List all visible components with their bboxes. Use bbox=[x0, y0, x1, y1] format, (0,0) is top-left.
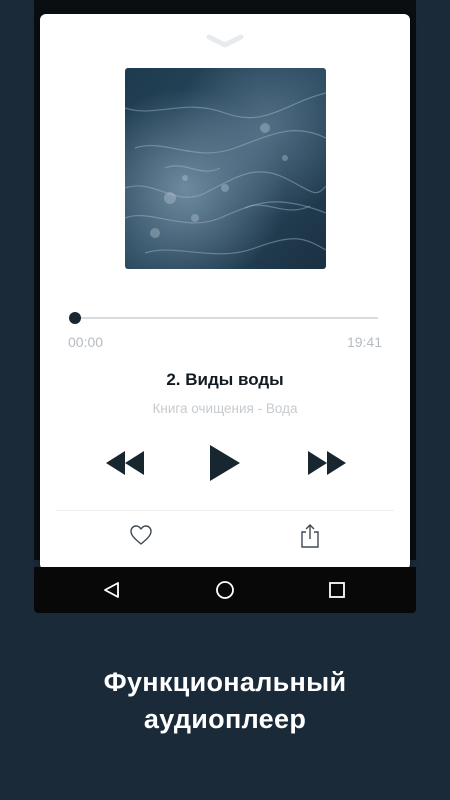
share-button[interactable] bbox=[293, 520, 327, 552]
share-icon bbox=[301, 524, 319, 548]
rewind-button[interactable] bbox=[100, 444, 150, 482]
nav-recents-button[interactable] bbox=[317, 567, 357, 613]
caption-line-1: Функциональный bbox=[103, 667, 347, 697]
time-total: 19:41 bbox=[346, 334, 382, 350]
time-elapsed: 00:00 bbox=[68, 334, 104, 350]
device-frame-right bbox=[410, 0, 416, 560]
player-card: 00:00 19:41 2. Виды воды Книга очищения … bbox=[40, 14, 410, 570]
progress-slider[interactable] bbox=[69, 312, 378, 324]
home-circle-icon bbox=[216, 581, 234, 599]
rewind-icon bbox=[106, 451, 144, 475]
divider bbox=[56, 510, 394, 511]
progress-thumb[interactable] bbox=[69, 312, 82, 324]
ocean-waves-image bbox=[125, 68, 326, 269]
track-subtitle: Книга очищения - Вода bbox=[152, 401, 298, 416]
back-triangle-icon bbox=[104, 582, 119, 598]
like-button[interactable] bbox=[124, 520, 158, 550]
nav-back-button[interactable] bbox=[92, 567, 132, 613]
play-button[interactable] bbox=[200, 442, 250, 484]
fast-forward-icon bbox=[308, 451, 346, 475]
nav-home-button[interactable] bbox=[205, 567, 245, 613]
fast-forward-button[interactable] bbox=[302, 444, 352, 482]
heart-icon bbox=[130, 525, 152, 545]
track-title: 2. Виды воды bbox=[166, 370, 284, 389]
album-cover bbox=[125, 68, 326, 269]
play-icon bbox=[210, 445, 240, 481]
system-navigation-bar bbox=[34, 567, 416, 613]
chevron-down-icon bbox=[206, 34, 244, 48]
collapse-button[interactable] bbox=[205, 32, 245, 50]
caption-line-2: аудиоплеер bbox=[143, 704, 307, 734]
promo-caption: Функциональный аудиоплеер bbox=[0, 664, 450, 738]
recents-square-icon bbox=[329, 582, 345, 598]
